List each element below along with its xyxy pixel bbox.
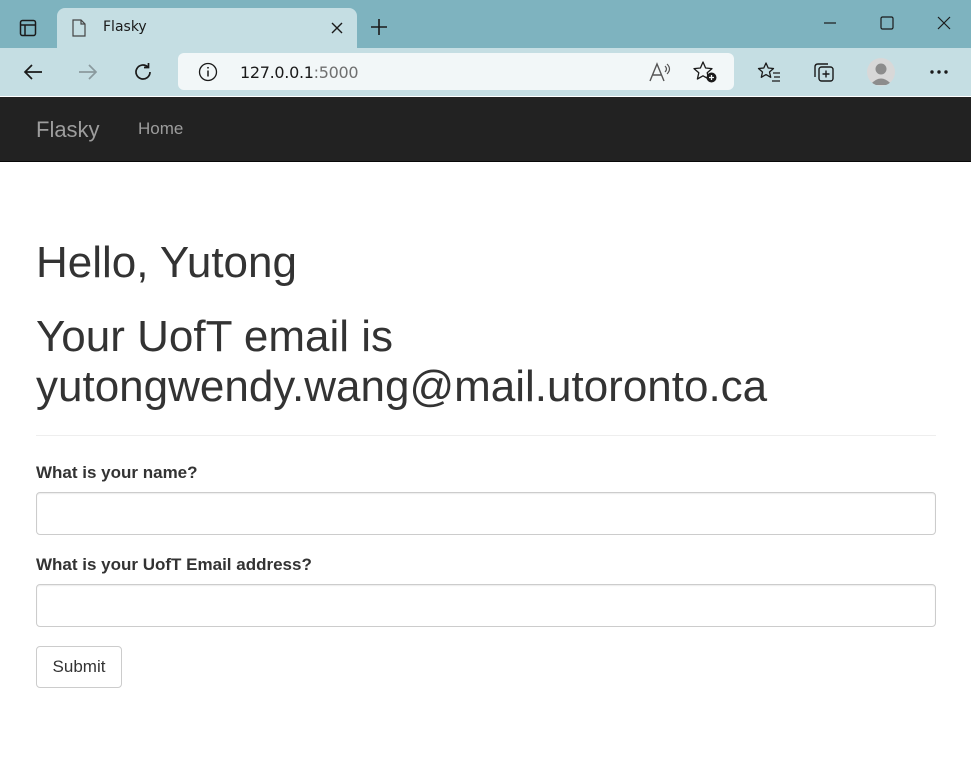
greeting-heading: Hello, Yutong [36,238,297,287]
collections-button[interactable] [807,56,841,88]
email-label: What is your UofT Email address? [36,555,312,574]
refresh-button[interactable] [126,56,160,88]
minimize-button[interactable] [801,0,859,46]
name-label: What is your name? [36,463,198,482]
nav-link-home[interactable]: Home [138,119,183,139]
tab-close-button[interactable] [325,16,349,40]
close-window-button[interactable] [915,0,971,46]
browser-toolbar: 127.0.0.1:5000 [0,48,971,96]
url-port: :5000 [313,63,359,82]
tab-actions-icon [19,19,37,37]
profile-icon [870,63,892,85]
email-heading: Your UofT email is yutongwendy.wang@mail… [36,312,946,412]
more-button[interactable] [922,56,956,88]
maximize-button[interactable] [858,0,916,46]
star-add-icon[interactable] [692,60,718,84]
plus-icon [371,19,387,35]
back-button[interactable] [16,56,50,88]
email-heading-line-1: Your UofT email is [36,312,394,361]
close-icon [331,22,343,34]
email-field[interactable] [36,584,936,627]
back-arrow-icon [23,64,42,80]
new-tab-button[interactable] [364,12,394,42]
collections-icon [814,63,834,82]
close-icon [937,16,951,30]
forward-arrow-icon [79,64,98,80]
site-navbar: Flasky Home [0,97,971,162]
tab-title: Flasky [103,19,147,35]
maximize-icon [880,16,894,30]
navbar-brand[interactable]: Flasky [36,117,100,143]
info-icon[interactable] [198,62,218,82]
favorites-icon [757,62,780,82]
more-icon [930,70,948,74]
refresh-icon [135,63,151,80]
divider [36,435,936,436]
submit-button[interactable]: Submit [36,646,122,688]
forward-button[interactable] [71,56,105,88]
browser-tab[interactable]: Flasky [57,8,357,48]
url-host: 127.0.0.1 [240,63,314,82]
browser-titlebar: Flasky [0,0,971,48]
minimize-icon [824,22,836,24]
url-text[interactable]: 127.0.0.1:5000 [240,63,359,82]
favorites-button[interactable] [752,56,786,88]
email-heading-line-2: yutongwendy.wang@mail.utoronto.ca [36,362,768,411]
name-field[interactable] [36,492,936,535]
address-bar[interactable]: 127.0.0.1:5000 [178,53,734,90]
read-aloud-icon[interactable] [648,61,672,83]
avatar[interactable] [867,58,895,86]
tab-actions-button[interactable] [10,11,46,45]
page-icon [72,19,86,37]
